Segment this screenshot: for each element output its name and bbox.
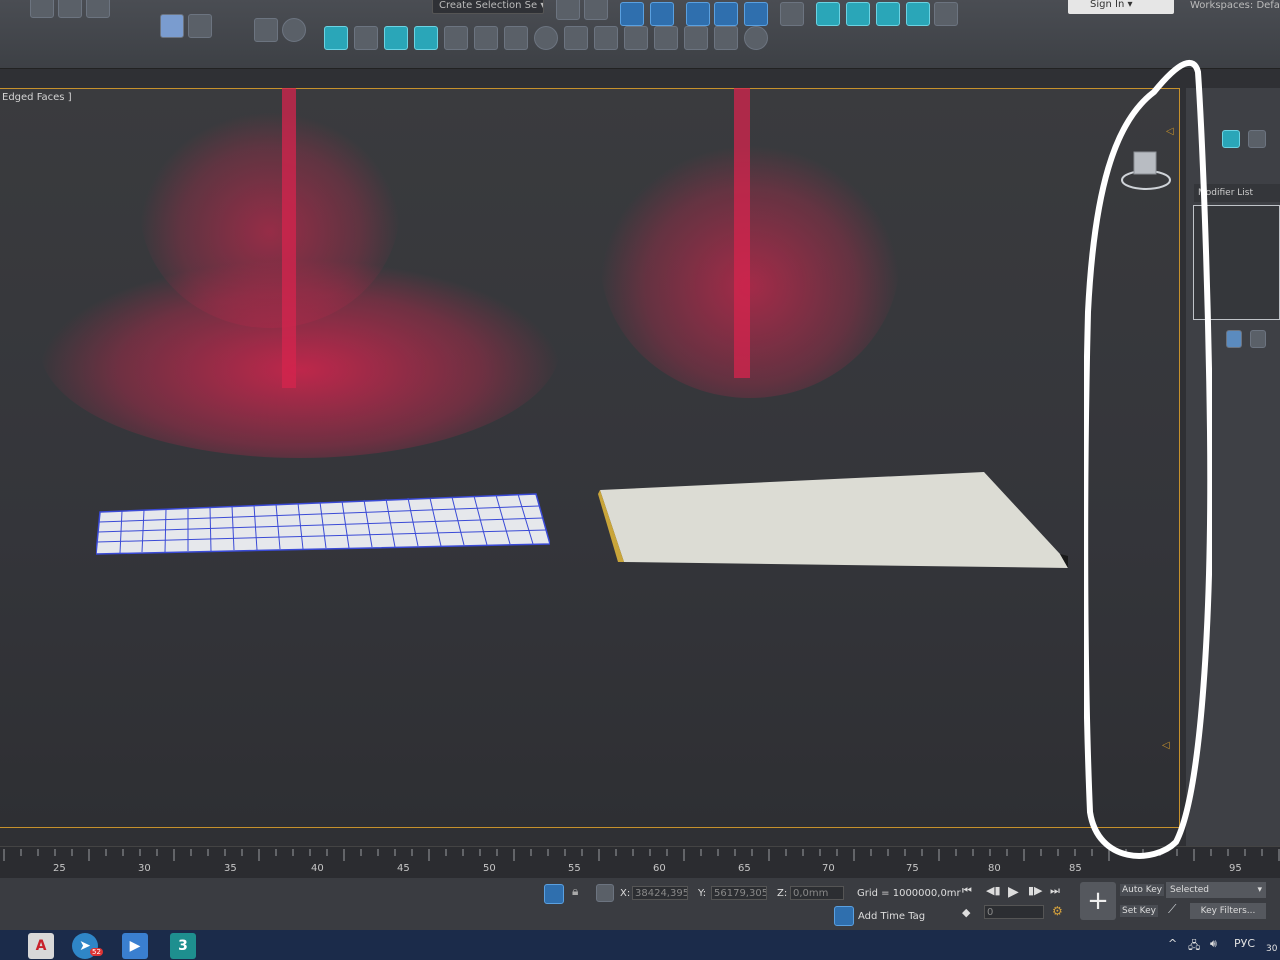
volume-icon[interactable]: 🔊︎: [1210, 937, 1217, 951]
schematic-view-icon[interactable]: [744, 2, 768, 26]
play-icon[interactable]: ▶: [1008, 884, 1019, 900]
key-selection-dropdown[interactable]: Selected ▾: [1166, 882, 1266, 898]
hand-drawn-annotation: [1084, 59, 1212, 859]
clock[interactable]: 30: [1266, 944, 1277, 954]
set-key-plus-button[interactable]: +: [1080, 882, 1116, 920]
particle-stream-left: [282, 88, 296, 388]
sign-in-button[interactable]: Sign In ▾: [1068, 0, 1174, 14]
particle-stream-right: [734, 88, 750, 378]
rotate-icon[interactable]: [534, 26, 558, 50]
material-editor-icon[interactable]: [780, 2, 804, 26]
add-time-tag-button[interactable]: Add Time Tag: [858, 911, 925, 922]
y-coordinate-field[interactable]: 56179,305: [711, 886, 767, 900]
y-label: Y:: [698, 888, 707, 899]
tick-label: 65: [738, 863, 751, 874]
frame-icon[interactable]: [594, 26, 618, 50]
rendered-frame-icon[interactable]: [846, 2, 870, 26]
bulb-icon[interactable]: [744, 26, 768, 50]
autocad-app-icon[interactable]: A: [28, 933, 54, 959]
foliage-icon[interactable]: [384, 26, 408, 50]
language-indicator[interactable]: РУС: [1234, 937, 1255, 950]
tree-icon[interactable]: [414, 26, 438, 50]
unlink-icon[interactable]: [58, 0, 82, 18]
spline-icon[interactable]: [504, 26, 528, 50]
absolute-mode-icon[interactable]: [596, 884, 614, 902]
grid-box-array[interactable]: [96, 492, 550, 560]
render-iterative-icon[interactable]: [906, 2, 930, 26]
workspaces-selector[interactable]: Workspaces: Defa: [1190, 0, 1280, 11]
previous-frame-icon[interactable]: ◀▮: [986, 884, 1001, 897]
media-player-app-icon[interactable]: ▶: [122, 933, 148, 959]
light-icon[interactable]: [324, 26, 348, 50]
tick-label: 35: [224, 863, 237, 874]
pin-stack-icon[interactable]: [1226, 330, 1242, 348]
telegram-badge: 52: [90, 948, 103, 956]
tick-label: 55: [568, 863, 581, 874]
tick-label: 80: [988, 863, 1001, 874]
particle-cloud-left-top: [140, 88, 400, 328]
grid-size-label: Grid = 1000000,0mr: [857, 888, 961, 899]
align-icon[interactable]: [584, 0, 608, 20]
tick-label: 30: [138, 863, 151, 874]
tray-chevron-icon[interactable]: ^: [1168, 937, 1177, 950]
particle-clouds: [40, 88, 900, 458]
plane-object[interactable]: [598, 472, 1068, 570]
script-icon[interactable]: [254, 18, 278, 42]
bind-spacewarp-icon[interactable]: [86, 0, 110, 18]
chevron-down-icon: ▾: [1127, 0, 1133, 10]
tick-label: 40: [311, 863, 324, 874]
network-icon[interactable]: 🖧: [1188, 937, 1200, 956]
next-frame-icon[interactable]: ▮▶: [1028, 884, 1043, 897]
render-production-icon[interactable]: [876, 2, 900, 26]
box-icon[interactable]: [684, 26, 708, 50]
select-link-icon[interactable]: [30, 0, 54, 18]
tick-label: 85: [1069, 863, 1082, 874]
display-icon[interactable]: [624, 26, 648, 50]
sun-icon[interactable]: [354, 26, 378, 50]
x-label: X:: [620, 888, 631, 899]
text-shape-icon[interactable]: [444, 26, 468, 50]
auto-key-button[interactable]: Auto Key: [1120, 884, 1165, 896]
key-filters-button[interactable]: Key Filters...: [1190, 903, 1266, 919]
tick-label: 60: [653, 863, 666, 874]
tick-label: 75: [906, 863, 919, 874]
key-tangent-icon[interactable]: ⟋: [1168, 902, 1176, 917]
3dsmax-app-icon[interactable]: 3: [170, 933, 196, 959]
mirror-icon[interactable]: [556, 0, 580, 20]
z-coordinate-field[interactable]: 0,0mm: [790, 886, 844, 900]
lock-icon[interactable]: 🔒︎: [572, 884, 578, 899]
view-icon[interactable]: [564, 26, 588, 50]
selection-lock-icon[interactable]: [544, 884, 564, 904]
time-tag-icon[interactable]: [834, 906, 854, 926]
curve-editor-icon[interactable]: [714, 2, 738, 26]
sphere-icon[interactable]: [160, 14, 184, 38]
hierarchy-tab-icon[interactable]: [1248, 130, 1266, 148]
particles-icon[interactable]: [188, 14, 212, 38]
teapot-icon[interactable]: [714, 26, 738, 50]
camera-icon[interactable]: [654, 26, 678, 50]
layer-explorer-icon[interactable]: [650, 2, 674, 26]
go-to-end-icon[interactable]: ⏭: [1050, 884, 1060, 898]
current-frame-field[interactable]: 0: [984, 905, 1044, 919]
cone-icon[interactable]: [474, 26, 498, 50]
tick-label: 95: [1229, 863, 1242, 874]
scene-explorer-icon[interactable]: [620, 2, 644, 26]
modify-tab-icon[interactable]: [1222, 130, 1240, 148]
ribbon-icon[interactable]: [686, 2, 710, 26]
x-coordinate-field[interactable]: 38424,395: [632, 886, 688, 900]
render-setup-icon[interactable]: [816, 2, 840, 26]
selection-set-dropdown[interactable]: Create Selection Se ▾: [432, 0, 544, 14]
time-config-icon[interactable]: ⚙: [1052, 904, 1063, 918]
show-end-result-icon[interactable]: [1250, 330, 1266, 348]
tick-label: 45: [397, 863, 410, 874]
tick-label: 70: [822, 863, 835, 874]
z-label: Z:: [777, 888, 788, 899]
tick-label: 25: [53, 863, 66, 874]
go-to-start-icon[interactable]: ⏮: [962, 884, 972, 898]
key-mode-icon[interactable]: ◆: [962, 906, 970, 919]
tick-label: 50: [483, 863, 496, 874]
help-icon[interactable]: [282, 18, 306, 42]
set-key-button[interactable]: Set Key: [1120, 905, 1158, 917]
render-grid-icon[interactable]: [934, 2, 958, 26]
